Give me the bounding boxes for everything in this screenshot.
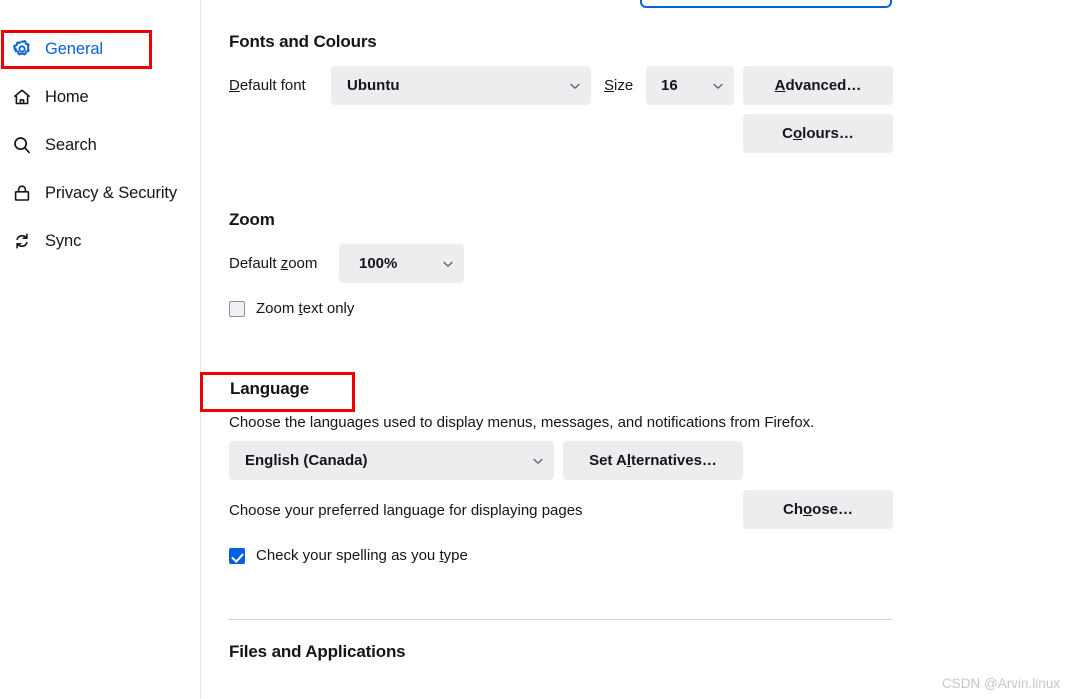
sidebar-item-label: General: [45, 40, 104, 58]
sidebar-item-label: Sync: [45, 232, 82, 250]
default-font-value: Ubuntu: [347, 77, 400, 94]
sidebar-item-search[interactable]: Search: [6, 129, 191, 161]
page-title-zoom: Zoom: [229, 210, 275, 229]
page-title-fonts-and-colours: Fonts and Colours: [229, 32, 377, 51]
language-description: Choose the languages used to display men…: [229, 414, 815, 431]
gear-icon: [12, 39, 32, 59]
home-icon: [12, 87, 32, 107]
default-zoom-value: 100%: [359, 255, 398, 272]
page-title-files-and-applications: Files and Applications: [229, 642, 406, 661]
zoom-text-only-checkbox-row[interactable]: Zoom text only: [229, 299, 354, 319]
language-dropdown[interactable]: English (Canada): [229, 441, 554, 480]
chevron-down-icon: [570, 83, 580, 89]
font-size-dropdown[interactable]: 16: [646, 66, 734, 105]
sidebar-item-privacy-security[interactable]: Privacy & Security: [6, 177, 191, 209]
language-value: English (Canada): [245, 452, 368, 469]
default-font-label: Default font: [229, 77, 306, 94]
sidebar-item-sync[interactable]: Sync: [6, 225, 191, 257]
sidebar-item-label: Privacy & Security: [45, 184, 178, 202]
zoom-text-only-label: Zoom text only: [256, 300, 355, 317]
default-zoom-dropdown[interactable]: 100%: [339, 244, 464, 283]
settings-main-panel: Fonts and Colours Default font Ubuntu Si…: [229, 0, 1072, 699]
spellcheck-checkbox[interactable]: [229, 548, 245, 564]
spellcheck-checkbox-row[interactable]: Check your spelling as you type: [229, 546, 468, 566]
section-divider: [229, 619, 893, 620]
advanced-fonts-button[interactable]: Advanced…: [743, 66, 893, 105]
page-title-language: Language: [230, 379, 310, 398]
set-alternatives-button[interactable]: Set Al ternatives…: [563, 441, 743, 480]
lock-icon: [12, 183, 32, 203]
colours-button[interactable]: Co lours…: [743, 114, 893, 153]
spellcheck-label: Check your spelling as you type: [256, 547, 468, 564]
settings-sidebar: General Home Search Privacy & Security S…: [0, 0, 201, 699]
default-font-dropdown[interactable]: Ubuntu: [331, 66, 591, 105]
zoom-text-only-checkbox[interactable]: [229, 301, 245, 317]
sidebar-item-general[interactable]: General: [6, 33, 191, 65]
sidebar-item-label: Home: [45, 88, 89, 106]
choose-language-button[interactable]: Ch o ose…: [743, 490, 893, 529]
preferred-pages-language-label: Choose your preferred language for displ…: [229, 502, 583, 519]
font-size-value: 16: [661, 77, 678, 94]
sidebar-item-home[interactable]: Home: [6, 81, 191, 113]
chevron-down-icon: [533, 458, 543, 464]
chevron-down-icon: [713, 83, 723, 89]
sync-icon: [12, 231, 32, 251]
sidebar-item-label: Search: [45, 136, 97, 154]
chevron-down-icon: [443, 261, 453, 267]
search-icon: [12, 135, 32, 155]
watermark: CSDN @Arvin.linux: [942, 676, 1060, 691]
font-size-label: Size: [604, 77, 634, 94]
default-zoom-label: Default zoom: [229, 255, 318, 272]
